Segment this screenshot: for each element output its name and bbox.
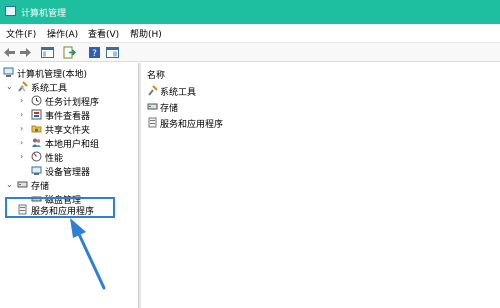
tools-icon — [148, 85, 158, 96]
help-icon[interactable]: ? — [88, 46, 101, 59]
tree-item-performance[interactable]: › 性能 — [0, 150, 138, 164]
device-manager-icon — [31, 166, 42, 175]
chevron-right-icon[interactable]: › — [20, 124, 23, 133]
list-item-label: 服务和应用程序 — [160, 120, 224, 130]
window-title: 计算机管理 — [21, 9, 67, 19]
tree-item-label: 本地用户和组 — [45, 140, 100, 150]
show-hide-console-tree-icon[interactable] — [41, 46, 54, 59]
details-pane: 名称 系统工具 存储 服务和应用程序 — [141, 63, 500, 308]
tools-icon — [18, 81, 28, 92]
chevron-right-icon[interactable]: › — [20, 152, 23, 161]
tree-item-system-tools[interactable]: ⌄ 系统工具 — [0, 80, 138, 94]
properties-icon[interactable] — [106, 46, 119, 59]
storage-icon — [17, 181, 28, 188]
list-item[interactable]: 服务和应用程序 — [147, 116, 347, 130]
tree-item-storage[interactable]: ⌄ 存储 — [0, 178, 138, 192]
tree-item-label: 事件查看器 — [45, 112, 91, 122]
chevron-down-icon[interactable]: ⌄ — [6, 82, 13, 91]
event-viewer-icon — [31, 109, 42, 120]
title-bar: 计算机管理 — [0, 0, 500, 24]
menu-help[interactable]: 帮助(H) — [130, 27, 162, 40]
menu-bar: 文件(F) 操作(A) 查看(V) 帮助(H) — [0, 24, 500, 42]
column-header-name[interactable]: 名称 — [147, 68, 165, 81]
svg-text:?: ? — [92, 49, 97, 59]
tree-item-label: 性能 — [45, 154, 64, 164]
computer-management-icon — [5, 6, 16, 16]
tree-item-label: 系统工具 — [31, 84, 68, 94]
tree-item-label: 存储 — [31, 182, 50, 192]
annotation-highlight-box — [5, 197, 115, 218]
tree-item-label: 任务计划程序 — [45, 98, 100, 108]
tree-item-device-manager[interactable]: 设备管理器 — [0, 164, 138, 178]
shared-folder-icon — [31, 125, 42, 133]
users-icon — [32, 138, 41, 147]
menu-view[interactable]: 查看(V) — [88, 27, 119, 40]
tree-root-label: 计算机管理(本地) — [17, 70, 88, 80]
list-item[interactable]: 存储 — [147, 100, 347, 114]
services-icon — [148, 117, 157, 128]
tree-item-label: 设备管理器 — [45, 168, 91, 178]
tree-item-task-scheduler[interactable]: › 任务计划程序 — [0, 94, 138, 108]
tree-item-label: 共享文件夹 — [45, 126, 91, 136]
menu-file[interactable]: 文件(F) — [6, 27, 36, 40]
menu-action[interactable]: 操作(A) — [47, 27, 78, 40]
toolbar: ? — [0, 42, 500, 62]
list-item-label: 存储 — [160, 104, 179, 114]
tree-item-event-viewer[interactable]: › 事件查看器 — [0, 108, 138, 122]
chevron-down-icon[interactable]: ⌄ — [6, 180, 13, 189]
performance-icon — [31, 151, 42, 162]
back-icon[interactable] — [3, 46, 16, 59]
clock-icon — [31, 95, 42, 106]
computer-management-icon — [3, 67, 14, 77]
tree-item-local-users-groups[interactable]: › 本地用户和组 — [0, 136, 138, 150]
storage-icon — [147, 103, 158, 110]
chevron-right-icon[interactable]: › — [20, 96, 23, 105]
list-item[interactable]: 系统工具 — [147, 84, 347, 98]
chevron-right-icon[interactable]: › — [20, 110, 23, 119]
list-item-label: 系统工具 — [160, 88, 197, 98]
tree-item-shared-folders[interactable]: › 共享文件夹 — [0, 122, 138, 136]
chevron-right-icon[interactable]: › — [20, 138, 23, 147]
export-list-icon[interactable] — [63, 46, 76, 59]
forward-icon[interactable] — [19, 46, 32, 59]
tree-root[interactable]: 计算机管理(本地) — [0, 66, 138, 80]
console-tree: 计算机管理(本地) ⌄ 系统工具 › 任务计划程序 › 事件查看器 › 共享文件… — [0, 63, 138, 308]
